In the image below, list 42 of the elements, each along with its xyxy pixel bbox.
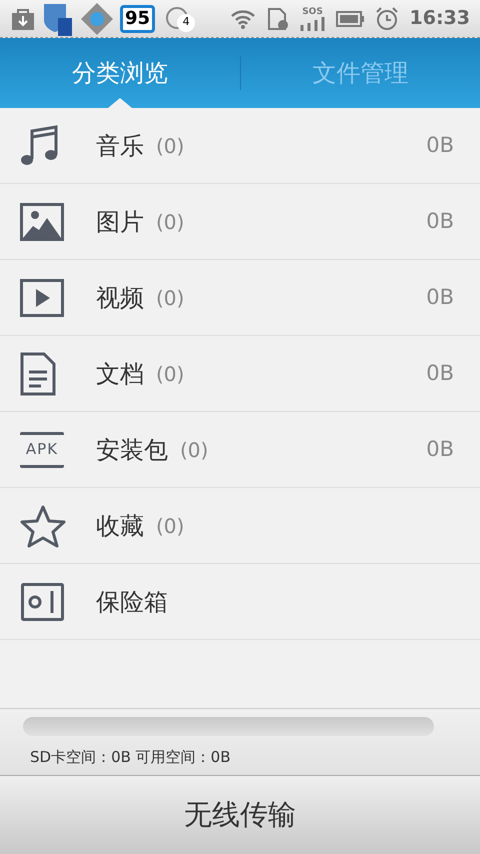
category-row[interactable]: 视频 (0) 0B xyxy=(0,260,480,336)
play-icon xyxy=(20,278,64,316)
storage-summary: SD卡空间：0B 可用空间：0B xyxy=(29,747,232,768)
category-count: (0) xyxy=(156,284,184,312)
clock-time: 16:33 xyxy=(410,6,470,32)
score-badge: 95 xyxy=(120,4,156,32)
category-name: 图片 xyxy=(96,206,144,238)
alarm-clock-icon xyxy=(374,6,400,32)
category-count: (0) xyxy=(156,208,184,236)
category-row[interactable]: 收藏 (0) xyxy=(0,488,480,564)
category-size: 0B xyxy=(426,284,454,311)
category-row[interactable]: 图片 (0) 0B xyxy=(0,184,480,260)
image-icon xyxy=(20,202,64,240)
category-name: 收藏 xyxy=(96,510,144,542)
battery-icon xyxy=(336,10,364,28)
category-size: 0B xyxy=(426,208,454,235)
sos-label: SOS xyxy=(302,6,323,16)
category-count: (0) xyxy=(156,132,184,160)
star-icon xyxy=(20,504,66,548)
category-size: 0B xyxy=(426,132,454,159)
signal-icon xyxy=(300,16,326,30)
category-row[interactable]: APK 安装包 (0) 0B xyxy=(0,412,480,488)
category-name: 保险箱 xyxy=(96,586,168,618)
wifi-icon xyxy=(230,8,256,30)
category-count: (0) xyxy=(156,512,184,540)
download-bag-icon xyxy=(10,6,36,30)
category-count: (0) xyxy=(156,360,184,388)
category-name: 音乐 xyxy=(96,130,144,162)
chat-count-badge: 4 xyxy=(177,14,196,32)
category-name: 安装包 xyxy=(96,434,168,466)
category-row[interactable]: 音乐 (0) 0B xyxy=(0,108,480,184)
safe-icon xyxy=(20,582,64,620)
category-size: 0B xyxy=(426,436,454,463)
category-name: 视频 xyxy=(96,282,144,314)
category-name: 文档 xyxy=(96,358,144,390)
category-row[interactable]: 保险箱 xyxy=(0,564,480,640)
music-note-icon xyxy=(20,124,60,166)
document-icon xyxy=(20,352,56,396)
category-size: 0B xyxy=(426,360,454,387)
category-row[interactable]: 文档 (0) 0B xyxy=(0,336,480,412)
category-count: (0) xyxy=(180,436,208,464)
wireless-transfer-button[interactable]: 无线传输 xyxy=(0,775,480,854)
